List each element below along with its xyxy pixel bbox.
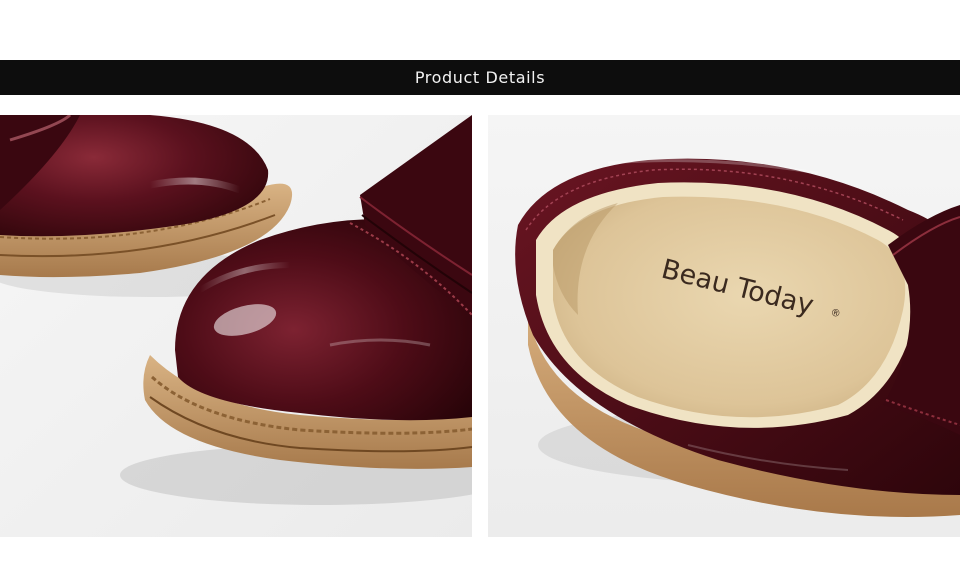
section-header-bar: Product Details <box>0 60 960 95</box>
shoe-toe-illustration <box>0 115 472 537</box>
shoe-insole-photo: Beau Today ® <box>488 115 960 537</box>
shoe-insole-illustration: Beau Today ® <box>488 115 960 537</box>
section-title: Product Details <box>414 68 546 87</box>
shoe-toe-photo <box>0 115 472 537</box>
